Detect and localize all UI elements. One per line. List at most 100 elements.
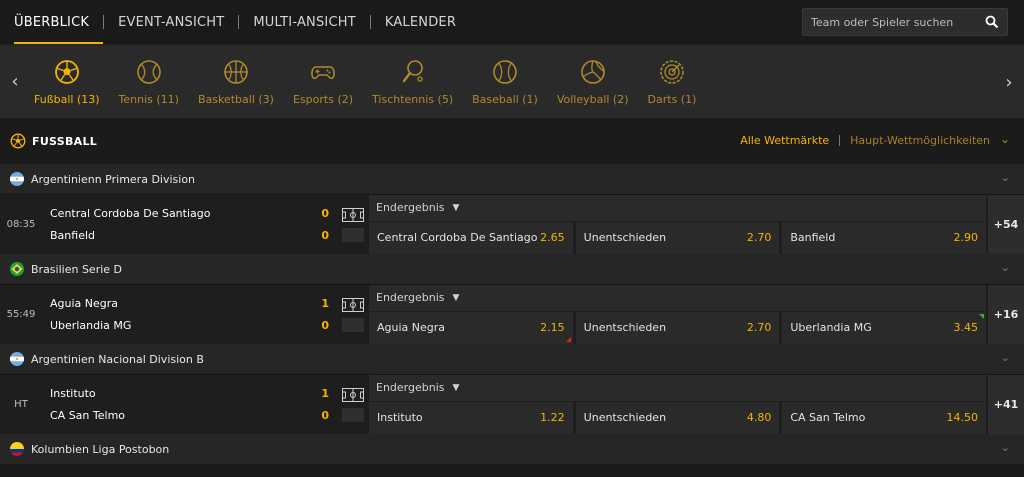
- sport-item-esports[interactable]: Esports (2): [293, 57, 353, 106]
- odds-button[interactable]: Aguia Negra 2.15: [369, 311, 573, 344]
- chevron-right-icon: ›: [1005, 71, 1013, 93]
- match-media: [337, 375, 369, 434]
- argentina-flag-icon: [10, 172, 24, 186]
- team-score: 1: [321, 387, 329, 400]
- brazil-flag-icon: [10, 262, 24, 276]
- sport-item-tennis[interactable]: Tennis (11): [119, 57, 179, 106]
- sports-list: Fußball (13) Tennis (11) Basketball (3): [34, 57, 715, 106]
- team-name: Banfield: [50, 229, 95, 242]
- league-name: Argentinien Nacional Division B: [31, 352, 204, 366]
- league-header[interactable]: Argentinienn Primera Division ⌄: [0, 164, 1024, 194]
- search-icon[interactable]: [985, 15, 999, 29]
- market-selector[interactable]: Endergebnis ▼: [369, 375, 986, 401]
- more-markets-button[interactable]: +41: [988, 375, 1024, 434]
- odds-button[interactable]: Instituto 1.22: [369, 401, 573, 434]
- team-name: Instituto: [50, 387, 96, 400]
- odds-button[interactable]: Banfield 2.90: [782, 221, 987, 254]
- odds-up-indicator: [979, 313, 985, 319]
- sport-label: Fußball (13): [34, 93, 100, 106]
- chevron-down-icon: ▼: [452, 202, 460, 213]
- gamepad-icon: [311, 66, 335, 80]
- market-name: Endergebnis: [376, 291, 445, 305]
- away-team: CA San Telmo 0: [50, 405, 337, 427]
- match-teams[interactable]: Aguia Negra 1 Uberlandia MG 0: [42, 285, 337, 344]
- odds-label: Central Cordoba De Santiago: [377, 231, 538, 245]
- tab-ueberblick[interactable]: ÜBERBLICK: [0, 0, 104, 44]
- odds-value: 2.15: [540, 321, 565, 335]
- odds-value: 2.70: [746, 321, 772, 335]
- odds-label: Instituto: [377, 411, 423, 425]
- team-score: 0: [321, 207, 329, 220]
- team-score: 1: [321, 297, 329, 310]
- odds-button[interactable]: Uberlandia MG 3.45: [782, 311, 987, 344]
- chevron-down-icon[interactable]: ⌄: [1001, 261, 1010, 274]
- sport-item-darts[interactable]: Darts (1): [648, 57, 696, 106]
- main-markets-link[interactable]: Haupt-Wettmöglichkeiten: [850, 134, 990, 147]
- team-name: Central Cordoba De Santiago: [50, 207, 211, 220]
- tab-kalender[interactable]: KALENDER: [371, 0, 470, 44]
- search-input[interactable]: [803, 15, 973, 29]
- sport-item-tischtennis[interactable]: Tischtennis (5): [372, 57, 453, 106]
- sport-item-basketball[interactable]: Basketball (3): [198, 57, 274, 106]
- market-selector[interactable]: Endergebnis ▼: [369, 285, 986, 311]
- match-row: 08:35 Central Cordoba De Santiago 0 Banf…: [0, 194, 1024, 254]
- market-block: Endergebnis ▼ Central Cordoba De Santiag…: [369, 195, 987, 254]
- team-name: Uberlandia MG: [50, 319, 132, 332]
- league-header[interactable]: Brasilien Serie D ⌄: [0, 254, 1024, 284]
- match-media: [337, 285, 369, 344]
- pitch-icon[interactable]: [342, 387, 364, 402]
- market-block: Endergebnis ▼ Aguia Negra 2.15 Unentschi…: [369, 285, 987, 344]
- media-placeholder: [342, 407, 364, 422]
- league-name: Kolumbien Liga Postobon: [31, 442, 170, 456]
- odds-value: 2.90: [953, 231, 979, 245]
- odds-value: 2.65: [540, 231, 565, 245]
- volleyball-icon: [580, 60, 605, 84]
- pitch-icon[interactable]: [342, 297, 364, 312]
- odds-value: 14.50: [946, 411, 979, 425]
- sport-label: Volleyball (2): [556, 93, 629, 106]
- football-icon: [54, 60, 79, 84]
- match-time: HT: [14, 399, 28, 410]
- more-markets-button[interactable]: +54: [988, 195, 1024, 254]
- tab-event-ansicht[interactable]: EVENT-ANSICHT: [104, 0, 238, 44]
- away-team: Uberlandia MG 0: [50, 315, 337, 337]
- odds-label: Unentschieden: [583, 231, 667, 245]
- chevron-down-icon[interactable]: ⌄: [1001, 351, 1010, 364]
- odds-button[interactable]: Unentschieden 2.70: [575, 311, 780, 344]
- chevron-down-icon[interactable]: ⌄: [1001, 171, 1010, 184]
- darts-icon: [660, 60, 684, 84]
- tab-multi-ansicht[interactable]: MULTI-ANSICHT: [239, 0, 369, 44]
- match-teams[interactable]: Instituto 1 CA San Telmo 0: [42, 375, 337, 434]
- odds-button[interactable]: Unentschieden 4.80: [575, 401, 780, 434]
- sport-item-volleyball[interactable]: Volleyball (2): [557, 57, 629, 106]
- team-score: 0: [321, 319, 329, 332]
- all-markets-link[interactable]: Alle Wettmärkte: [740, 134, 829, 147]
- chevron-down-icon[interactable]: ⌄: [1000, 132, 1010, 146]
- market-name: Endergebnis: [376, 201, 445, 215]
- match-time: 55:49: [6, 309, 36, 320]
- tab-label: KALENDER: [384, 14, 457, 30]
- home-team: Aguia Negra 1: [50, 293, 337, 315]
- sport-item-baseball[interactable]: Baseball (1): [472, 57, 538, 106]
- media-placeholder: [342, 317, 364, 332]
- top-navigation: ÜBERBLICK EVENT-ANSICHT MULTI-ANSICHT KA…: [0, 0, 1024, 44]
- sport-item-fussball[interactable]: Fußball (13): [34, 57, 100, 106]
- odds-button[interactable]: Central Cordoba De Santiago 2.65: [369, 221, 573, 254]
- pitch-icon[interactable]: [342, 207, 364, 222]
- odds-button[interactable]: CA San Telmo 14.50: [782, 401, 987, 434]
- league-header[interactable]: Kolumbien Liga Postobon ⌄: [0, 434, 1024, 464]
- league-name: Brasilien Serie D: [31, 262, 123, 276]
- chevron-left-icon: ‹: [11, 71, 19, 92]
- odds-value: 3.45: [953, 321, 979, 335]
- odds-down-indicator: [565, 337, 571, 342]
- home-team: Instituto 1: [50, 383, 337, 405]
- chevron-down-icon[interactable]: ⌄: [1001, 441, 1010, 454]
- match-row: HT Instituto 1 CA San Telmo 0 Endergebni…: [0, 374, 1024, 434]
- odds-button[interactable]: Unentschieden 2.70: [575, 221, 780, 254]
- match-teams[interactable]: Central Cordoba De Santiago 0 Banfield 0: [42, 195, 337, 254]
- league-header[interactable]: Argentinien Nacional Division B ⌄: [0, 344, 1024, 374]
- more-markets-button[interactable]: +16: [988, 285, 1024, 344]
- carousel-prev-button[interactable]: ‹: [0, 45, 30, 119]
- carousel-next-button[interactable]: ›: [994, 45, 1024, 119]
- market-selector[interactable]: Endergebnis ▼: [369, 195, 986, 221]
